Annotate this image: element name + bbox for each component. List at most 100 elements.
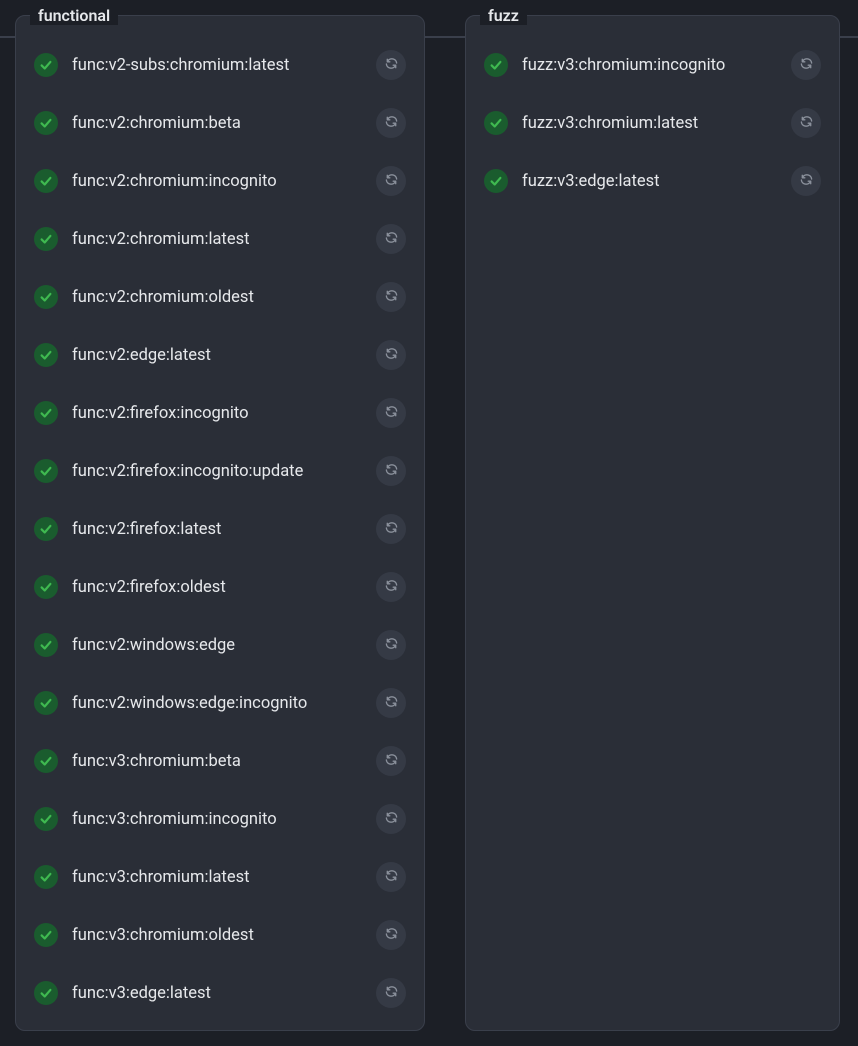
refresh-icon	[384, 868, 399, 886]
check-circle-icon	[484, 111, 508, 135]
job-label: func:v2:windows:edge	[72, 636, 362, 655]
retry-button[interactable]	[376, 746, 406, 776]
check-circle-icon	[34, 865, 58, 889]
pipeline-board: functional func:v2-subs:chromium:latestf…	[0, 0, 858, 1046]
job-label: func:v2:firefox:latest	[72, 520, 362, 539]
refresh-icon	[384, 694, 399, 712]
job-item[interactable]: func:v3:chromium:beta	[24, 732, 416, 790]
check-circle-icon	[34, 285, 58, 309]
job-label: fuzz:v3:edge:latest	[522, 172, 777, 191]
refresh-icon	[384, 404, 399, 422]
check-circle-icon	[34, 981, 58, 1005]
job-label: func:v2:chromium:oldest	[72, 288, 362, 307]
job-label: func:v2:firefox:incognito:update	[72, 462, 362, 481]
retry-button[interactable]	[376, 862, 406, 892]
retry-button[interactable]	[376, 50, 406, 80]
job-label: func:v3:edge:latest	[72, 984, 362, 1003]
retry-button[interactable]	[376, 456, 406, 486]
refresh-icon	[799, 114, 814, 132]
job-item[interactable]: func:v2:chromium:beta	[24, 94, 416, 152]
retry-button[interactable]	[376, 920, 406, 950]
check-circle-icon	[34, 633, 58, 657]
job-item[interactable]: func:v3:chromium:latest	[24, 848, 416, 906]
job-label: func:v3:chromium:oldest	[72, 926, 362, 945]
column-items: func:v2-subs:chromium:latest func:v2:chro…	[24, 24, 416, 1022]
check-circle-icon	[34, 343, 58, 367]
job-label: func:v3:chromium:incognito	[72, 810, 362, 829]
job-label: fuzz:v3:chromium:latest	[522, 114, 777, 133]
refresh-icon	[384, 114, 399, 132]
job-label: func:v2:chromium:incognito	[72, 172, 362, 191]
retry-button[interactable]	[791, 166, 821, 196]
job-label: func:v2-subs:chromium:latest	[72, 56, 362, 75]
refresh-icon	[384, 984, 399, 1002]
retry-button[interactable]	[791, 108, 821, 138]
refresh-icon	[384, 578, 399, 596]
job-item[interactable]: func:v2:edge:latest	[24, 326, 416, 384]
check-circle-icon	[34, 575, 58, 599]
job-item[interactable]: func:v2:windows:edge:incognito	[24, 674, 416, 732]
refresh-icon	[384, 230, 399, 248]
job-item[interactable]: func:v2:firefox:oldest	[24, 558, 416, 616]
check-circle-icon	[34, 749, 58, 773]
check-circle-icon	[484, 169, 508, 193]
refresh-icon	[384, 752, 399, 770]
retry-button[interactable]	[376, 224, 406, 254]
column-title: fuzz	[480, 6, 527, 25]
retry-button[interactable]	[376, 572, 406, 602]
job-label: func:v2:firefox:incognito	[72, 404, 362, 423]
check-circle-icon	[34, 401, 58, 425]
job-label: func:v2:windows:edge:incognito	[72, 694, 362, 713]
job-item[interactable]: func:v3:chromium:incognito	[24, 790, 416, 848]
job-label: fuzz:v3:chromium:incognito	[522, 56, 777, 75]
job-item[interactable]: fuzz:v3:chromium:latest	[474, 94, 831, 152]
retry-button[interactable]	[376, 398, 406, 428]
refresh-icon	[384, 172, 399, 190]
refresh-icon	[384, 346, 399, 364]
retry-button[interactable]	[376, 630, 406, 660]
job-label: func:v3:chromium:beta	[72, 752, 362, 771]
check-circle-icon	[34, 807, 58, 831]
job-item[interactable]: func:v2:windows:edge	[24, 616, 416, 674]
column-fuzz: fuzz fuzz:v3:chromium:incognitofuzz:v3:c…	[465, 15, 840, 1031]
job-item[interactable]: func:v2:chromium:latest	[24, 210, 416, 268]
job-item[interactable]: func:v3:chromium:oldest	[24, 906, 416, 964]
check-circle-icon	[34, 517, 58, 541]
connector-line	[0, 36, 15, 38]
connector-line	[840, 36, 858, 38]
connector-line	[425, 36, 465, 38]
retry-button[interactable]	[376, 978, 406, 1008]
job-item[interactable]: fuzz:v3:edge:latest	[474, 152, 831, 210]
retry-button[interactable]	[791, 50, 821, 80]
retry-button[interactable]	[376, 340, 406, 370]
refresh-icon	[384, 926, 399, 944]
job-item[interactable]: fuzz:v3:chromium:incognito	[474, 36, 831, 94]
check-circle-icon	[34, 923, 58, 947]
check-circle-icon	[34, 227, 58, 251]
retry-button[interactable]	[376, 282, 406, 312]
job-item[interactable]: func:v2:chromium:oldest	[24, 268, 416, 326]
job-item[interactable]: func:v2:firefox:latest	[24, 500, 416, 558]
job-item[interactable]: func:v2:chromium:incognito	[24, 152, 416, 210]
refresh-icon	[384, 56, 399, 74]
retry-button[interactable]	[376, 804, 406, 834]
column-functional: functional func:v2-subs:chromium:latestf…	[15, 15, 425, 1031]
refresh-icon	[384, 636, 399, 654]
refresh-icon	[799, 56, 814, 74]
check-circle-icon	[484, 53, 508, 77]
check-circle-icon	[34, 169, 58, 193]
retry-button[interactable]	[376, 688, 406, 718]
job-item[interactable]: func:v2-subs:chromium:latest	[24, 36, 416, 94]
job-label: func:v2:chromium:latest	[72, 230, 362, 249]
retry-button[interactable]	[376, 166, 406, 196]
job-item[interactable]: func:v2:firefox:incognito	[24, 384, 416, 442]
job-item[interactable]: func:v3:edge:latest	[24, 964, 416, 1022]
check-circle-icon	[34, 53, 58, 77]
refresh-icon	[384, 810, 399, 828]
retry-button[interactable]	[376, 108, 406, 138]
retry-button[interactable]	[376, 514, 406, 544]
job-label: func:v3:chromium:latest	[72, 868, 362, 887]
job-label: func:v2:firefox:oldest	[72, 578, 362, 597]
job-item[interactable]: func:v2:firefox:incognito:update	[24, 442, 416, 500]
refresh-icon	[384, 288, 399, 306]
